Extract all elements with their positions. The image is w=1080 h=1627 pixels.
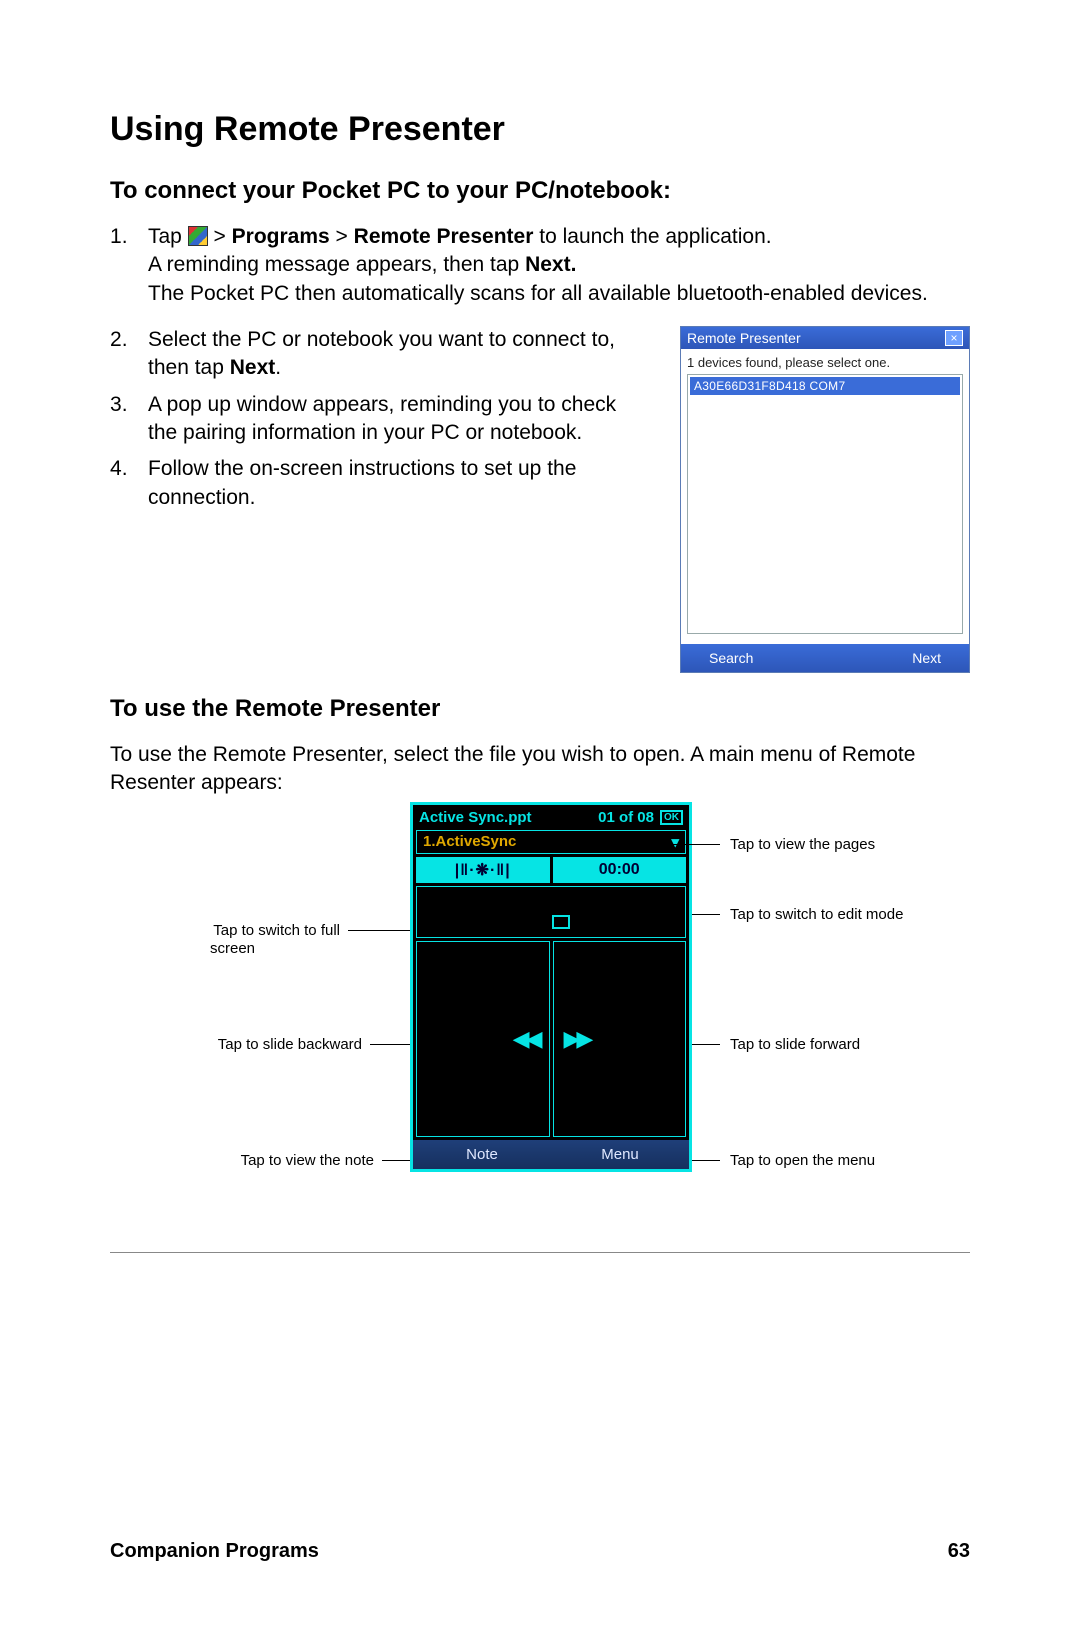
lead-line — [692, 1160, 720, 1161]
step1-line3: The Pocket PC then automatically scans f… — [148, 282, 928, 305]
section-use-para: To use the Remote Presenter, select the … — [110, 741, 970, 798]
page-counter: 01 of 08 — [598, 809, 654, 826]
dialog-titlebar: Remote Presenter × — [681, 327, 969, 349]
presenter-screen: Active Sync.ppt 01 of 08 OK 1.ActiveSync… — [410, 802, 692, 1172]
section-use-heading: To use the Remote Presenter — [110, 695, 970, 723]
step2-next: Next — [230, 356, 276, 379]
connect-steps: Tap > Programs > Remote Presenter to lau… — [110, 223, 970, 308]
step-2: Select the PC or notebook you want to co… — [110, 326, 650, 383]
presenter-top: Active Sync.ppt 01 of 08 OK — [413, 805, 689, 830]
step2-c: . — [275, 356, 281, 379]
step2-a: Select the PC or notebook you want to co… — [148, 328, 615, 379]
page-footer: Companion Programs 63 — [110, 1540, 970, 1563]
close-icon[interactable]: × — [945, 330, 963, 346]
footer-left: Companion Programs — [110, 1540, 319, 1563]
device-listbox[interactable]: A30E66D31F8D418 COM7 — [687, 374, 963, 634]
lead-line — [660, 844, 720, 845]
ok-button[interactable]: OK — [660, 810, 683, 825]
menu-button[interactable]: Menu — [551, 1140, 689, 1169]
edit-icon — [552, 915, 570, 929]
rewind-icon: ◀◀ — [513, 1026, 539, 1052]
callout-fullscreen-1: Tap to switch to full — [110, 922, 340, 939]
slide-backward[interactable]: ◀◀ — [416, 941, 550, 1137]
signal-icon: |‖·❋·‖| — [455, 860, 511, 880]
dropdown-label: 1.ActiveSync — [423, 833, 516, 850]
presenter-filename: Active Sync.ppt — [419, 809, 532, 826]
lead-line — [370, 1044, 410, 1045]
slide-forward[interactable]: ▶▶ — [553, 941, 687, 1137]
step1-line2a: A reminding message appears, then tap — [148, 253, 525, 276]
callout-viewpages: Tap to view the pages — [730, 836, 875, 853]
section-connect-heading: To connect your Pocket PC to your PC/not… — [110, 177, 970, 205]
note-button[interactable]: Note — [413, 1140, 551, 1169]
footer-page-number: 63 — [948, 1540, 970, 1563]
page-dropdown[interactable]: 1.ActiveSync ▾ — [416, 830, 686, 854]
lead-line — [348, 930, 410, 931]
presenter-figure: Active Sync.ppt 01 of 08 OK 1.ActiveSync… — [110, 802, 970, 1232]
callout-fullscreen-2: screen — [110, 940, 340, 957]
timer: 00:00 — [553, 857, 687, 883]
remote-presenter-dialog: Remote Presenter × 1 devices found, plea… — [680, 326, 970, 673]
step1-text-f: to launch the application. — [539, 225, 771, 248]
callout-openmenu: Tap to open the menu — [730, 1152, 875, 1169]
lead-line — [692, 914, 720, 915]
connect-steps-cont: Select the PC or notebook you want to co… — [110, 326, 650, 512]
callout-backward: Tap to slide backward — [110, 1036, 362, 1053]
step1-text-d: > — [336, 225, 354, 248]
step-3: A pop up window appears, reminding you t… — [110, 391, 650, 448]
callout-editmode: Tap to switch to edit mode — [730, 906, 903, 923]
callout-viewnote: Tap to view the note — [110, 1152, 374, 1169]
dialog-title: Remote Presenter — [687, 330, 801, 346]
edit-zone[interactable] — [416, 886, 686, 938]
next-button[interactable]: Next — [912, 650, 941, 666]
step1-next: Next. — [525, 253, 576, 276]
start-icon — [188, 226, 208, 246]
step1-text-b: > — [214, 225, 232, 248]
dialog-bottombar: Search Next — [681, 644, 969, 672]
devices-hint: 1 devices found, please select one. — [687, 355, 963, 370]
device-item[interactable]: A30E66D31F8D418 COM7 — [690, 377, 960, 395]
step1-remote-presenter: Remote Presenter — [354, 225, 534, 248]
step1-text-a: Tap — [148, 225, 188, 248]
search-button[interactable]: Search — [709, 650, 753, 666]
chevron-down-icon: ▾ — [671, 833, 679, 851]
step1-programs: Programs — [232, 225, 330, 248]
step-1: Tap > Programs > Remote Presenter to lau… — [110, 223, 970, 308]
bluetooth-signal: |‖·❋·‖| — [416, 857, 550, 883]
footer-rule — [110, 1252, 970, 1253]
forward-icon: ▶▶ — [564, 1026, 590, 1052]
lead-line — [382, 1160, 410, 1161]
callout-forward: Tap to slide forward — [730, 1036, 860, 1053]
presenter-bottombar: Note Menu — [413, 1140, 689, 1169]
step-4: Follow the on-screen instructions to set… — [110, 455, 650, 512]
lead-line — [692, 1044, 720, 1045]
page-title: Using Remote Presenter — [110, 110, 970, 149]
